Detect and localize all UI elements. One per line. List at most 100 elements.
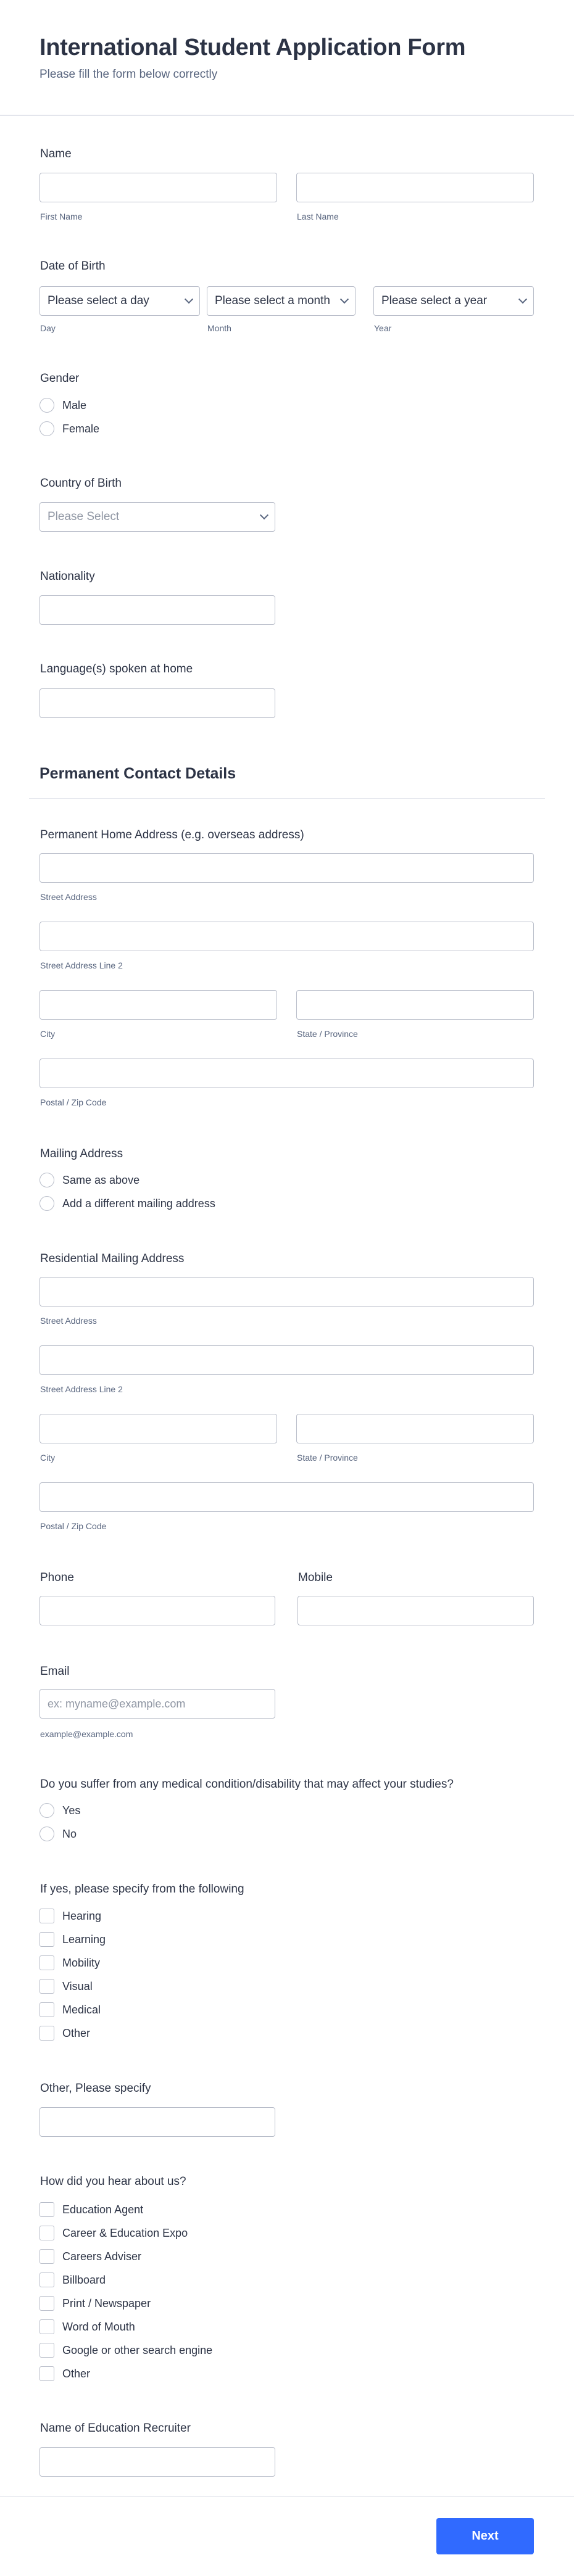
dob-year-sublabel: Year (374, 323, 392, 333)
nationality-label: Nationality (40, 570, 95, 583)
radio-button[interactable] (40, 421, 54, 436)
residential-street-sublabel: Street Address (40, 1316, 97, 1326)
residential-postal-input[interactable] (40, 1482, 534, 1512)
checkbox[interactable] (40, 2366, 54, 2381)
checkbox[interactable] (40, 2226, 54, 2240)
checkbox[interactable] (40, 1932, 54, 1947)
languages-input[interactable] (40, 688, 275, 718)
checkbox[interactable] (40, 2026, 54, 2041)
residential-state-input[interactable] (296, 1414, 534, 1443)
phone-label: Phone (40, 1571, 74, 1584)
section-heading: Permanent Contact Details (40, 765, 236, 782)
gender-label: Gender (40, 372, 80, 385)
country-of-birth-select[interactable]: Please Select (40, 502, 275, 532)
next-button[interactable]: Next (436, 2518, 534, 2554)
checkbox[interactable] (40, 1909, 54, 1923)
last-name-sublabel: Last Name (297, 212, 339, 221)
dob-year-value: Please select a year (381, 294, 488, 307)
languages-label: Language(s) spoken at home (40, 663, 193, 675)
checkbox[interactable] (40, 2273, 54, 2287)
permanent-street2-sublabel: Street Address Line 2 (40, 960, 123, 970)
dob-year-select[interactable]: Please select a year (373, 286, 534, 316)
option-label: Medical (62, 2003, 101, 2016)
checkbox[interactable] (40, 1955, 54, 1970)
specify-option[interactable]: Other (40, 2025, 90, 2041)
medical-question-label: Do you suffer from any medical condition… (40, 1778, 454, 1791)
mailing-address-label: Mailing Address (40, 1147, 123, 1160)
specify-option[interactable]: Hearing (40, 1908, 101, 1924)
checkbox[interactable] (40, 2249, 54, 2264)
checkbox[interactable] (40, 2343, 54, 2358)
email-input[interactable] (40, 1689, 275, 1719)
permanent-address-label: Permanent Home Address (e.g. overseas ad… (40, 828, 304, 841)
option-label: Career & Education Expo (62, 2226, 188, 2239)
permanent-city-input[interactable] (40, 990, 277, 1020)
checkbox[interactable] (40, 1979, 54, 1994)
option-label: Other (62, 2367, 91, 2380)
permanent-state-input[interactable] (296, 990, 534, 1020)
option-label: Billboard (62, 2273, 106, 2286)
radio-button[interactable] (40, 1173, 54, 1187)
chevron-down-icon (339, 295, 349, 304)
gender-option-male[interactable]: Male (40, 397, 86, 413)
specify-option[interactable]: Mobility (40, 1955, 100, 1971)
medical-option-yes[interactable]: Yes (40, 1802, 80, 1818)
option-label: Other (62, 2026, 91, 2039)
hear-about-option[interactable]: Google or other search engine (40, 2342, 212, 2358)
country-of-birth-label: Country of Birth (40, 477, 122, 490)
nationality-input[interactable] (40, 595, 275, 625)
hear-about-option[interactable]: Education Agent (40, 2202, 143, 2218)
dob-day-select[interactable]: Please select a day (40, 286, 200, 316)
chevron-down-icon (259, 511, 269, 520)
checkbox[interactable] (40, 2202, 54, 2217)
residential-postal-sublabel: Postal / Zip Code (40, 1521, 107, 1531)
option-label: Mobility (62, 1956, 101, 1969)
hear-about-option[interactable]: Careers Adviser (40, 2248, 141, 2264)
checkbox[interactable] (40, 2296, 54, 2311)
form-title: International Student Application Form (40, 35, 466, 60)
recruiter-input[interactable] (40, 2447, 275, 2477)
option-label: No (62, 1827, 77, 1840)
permanent-state-sublabel: State / Province (297, 1029, 358, 1039)
mobile-input[interactable] (297, 1596, 534, 1625)
radio-button[interactable] (40, 1827, 54, 1841)
residential-street2-input[interactable] (40, 1345, 534, 1375)
dob-month-select[interactable]: Please select a month (207, 286, 356, 316)
permanent-street-sublabel: Street Address (40, 892, 97, 902)
checkbox[interactable] (40, 2002, 54, 2017)
medical-option-no[interactable]: No (40, 1826, 77, 1842)
residential-address-label: Residential Mailing Address (40, 1252, 185, 1265)
mobile-label: Mobile (298, 1571, 333, 1584)
dob-day-value: Please select a day (48, 294, 149, 307)
gender-option-female[interactable]: Female (40, 421, 99, 437)
hear-about-option[interactable]: Billboard (40, 2272, 106, 2288)
hear-about-option[interactable]: Other (40, 2366, 90, 2382)
specify-option[interactable]: Learning (40, 1931, 106, 1947)
dob-label: Date of Birth (40, 260, 106, 273)
permanent-street-input[interactable] (40, 853, 534, 883)
specify-option[interactable]: Visual (40, 1978, 93, 1994)
checkbox[interactable] (40, 2319, 54, 2334)
chevron-down-icon (184, 295, 194, 304)
radio-button[interactable] (40, 1803, 54, 1818)
hear-about-option[interactable]: Print / Newspaper (40, 2295, 151, 2311)
mailing-option-different[interactable]: Add a different mailing address (40, 1195, 215, 1212)
radio-button[interactable] (40, 1196, 54, 1211)
residential-city-input[interactable] (40, 1414, 277, 1443)
other-specify-input[interactable] (40, 2107, 275, 2137)
first-name-input[interactable] (40, 173, 277, 202)
mailing-option-same[interactable]: Same as above (40, 1172, 139, 1188)
last-name-input[interactable] (296, 173, 534, 202)
permanent-postal-input[interactable] (40, 1059, 534, 1088)
dob-month-sublabel: Month (207, 323, 231, 333)
option-label: Hearing (62, 1909, 102, 1922)
hear-about-option[interactable]: Career & Education Expo (40, 2225, 188, 2241)
specify-option[interactable]: Medical (40, 2002, 101, 2018)
option-label: Google or other search engine (62, 2343, 213, 2356)
hear-about-option[interactable]: Word of Mouth (40, 2319, 135, 2335)
phone-input[interactable] (40, 1596, 275, 1625)
residential-street-input[interactable] (40, 1277, 534, 1307)
permanent-street2-input[interactable] (40, 922, 534, 951)
email-label: Email (40, 1665, 70, 1678)
radio-button[interactable] (40, 398, 54, 413)
